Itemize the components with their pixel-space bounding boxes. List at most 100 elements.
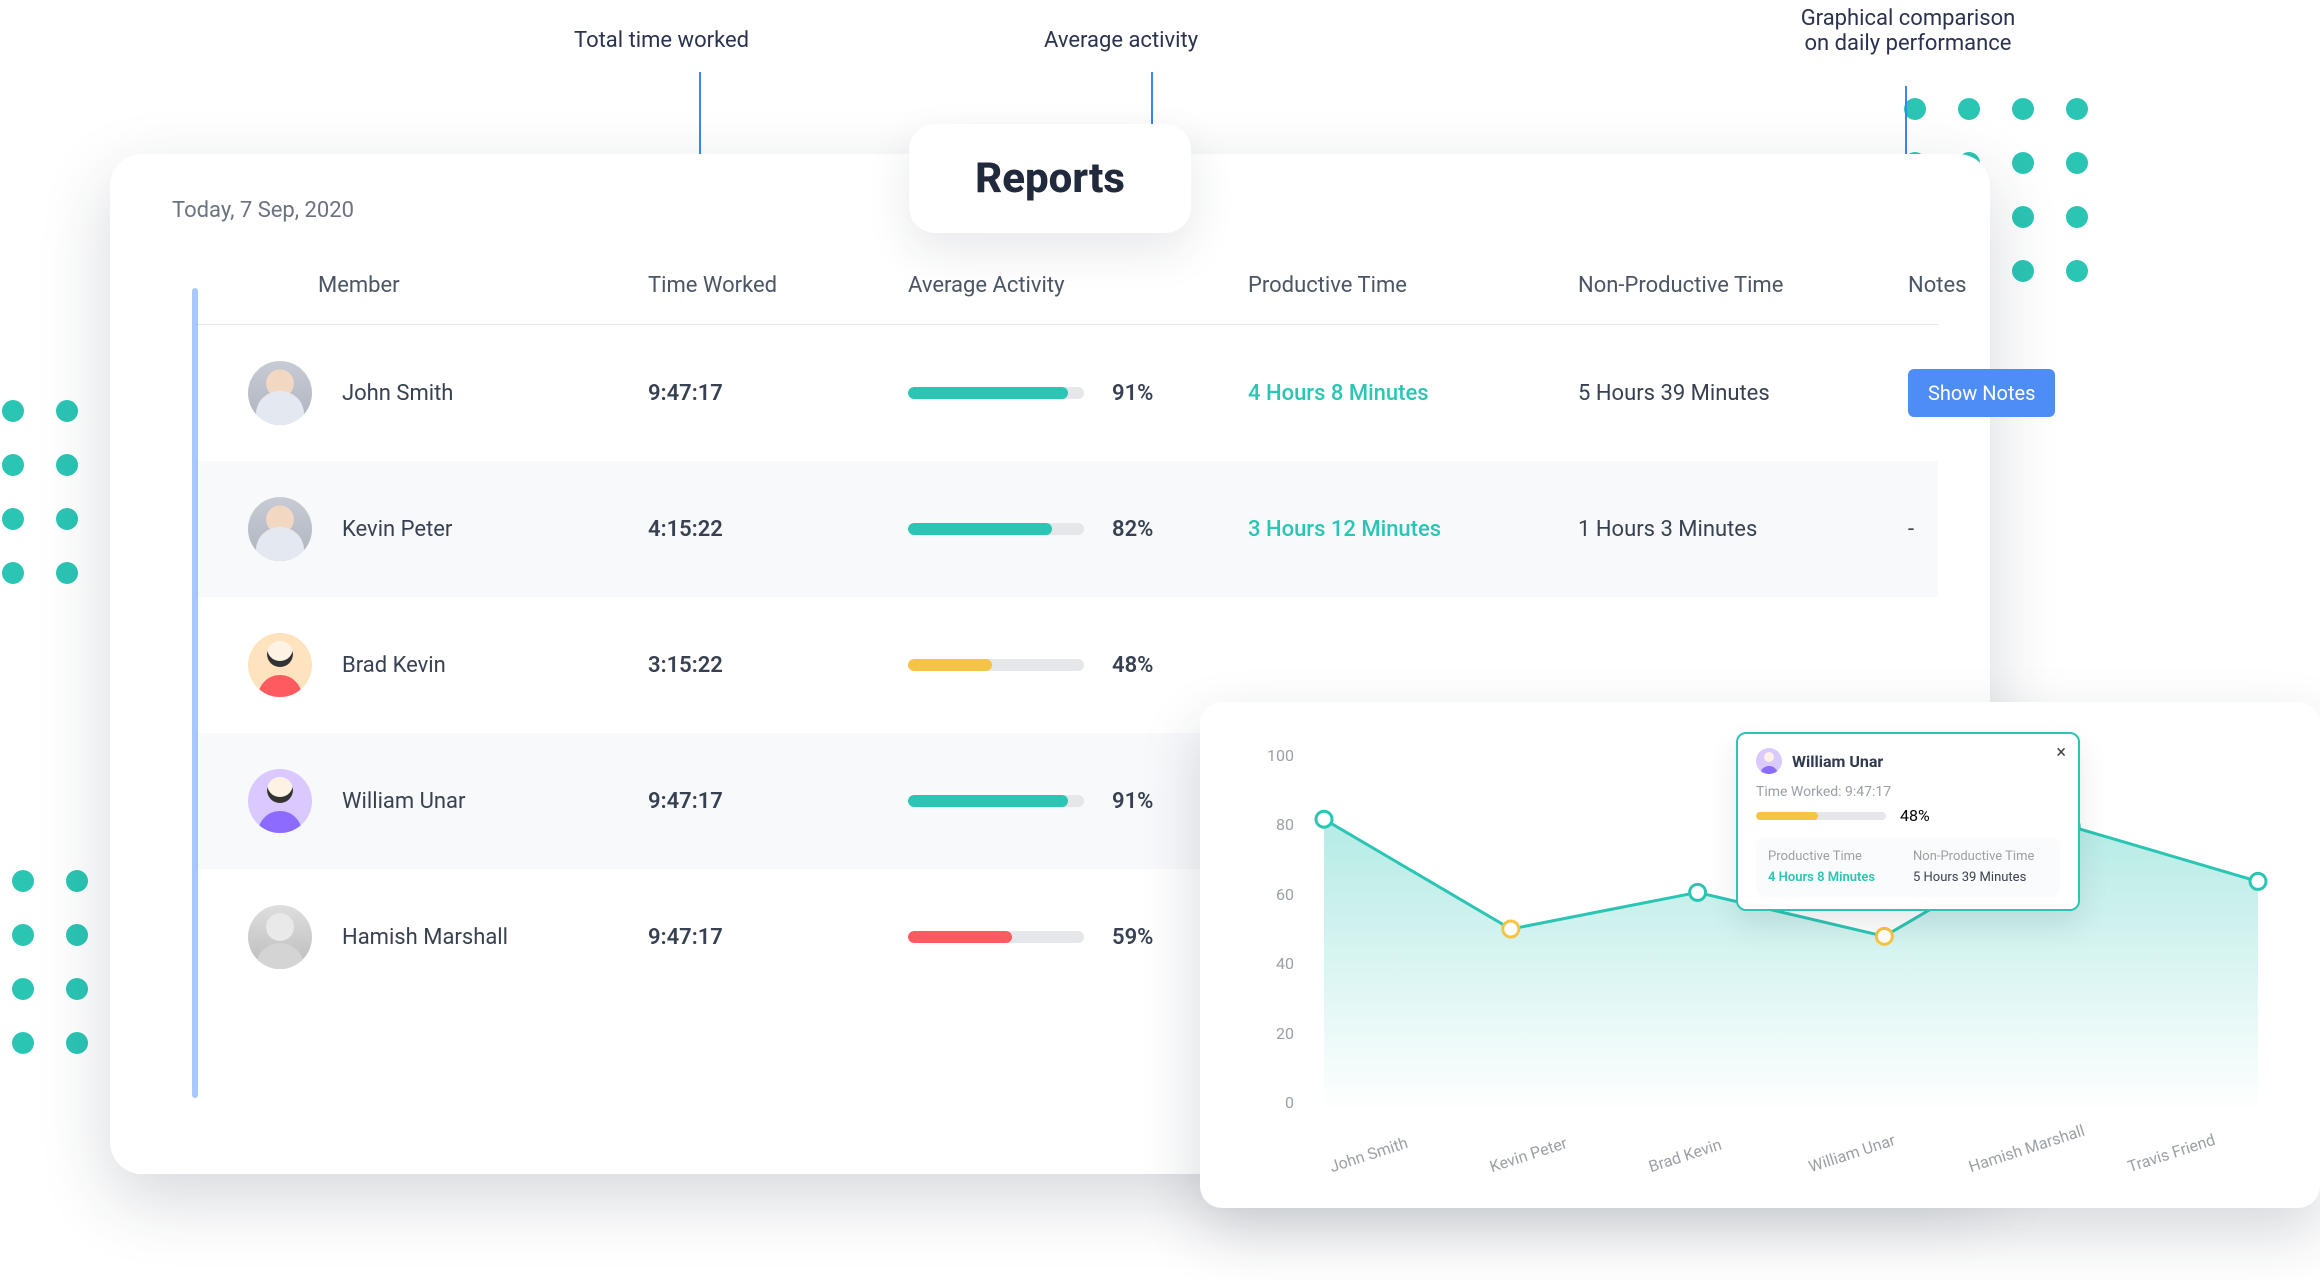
productive-cell: 4 Hours 8 Minutes (1248, 381, 1578, 406)
x-tick: Brad Kevin (1631, 1114, 1789, 1181)
non-productive-cell: 1 Hours 3 Minutes (1578, 517, 1908, 542)
x-tick: Hamish Marshall (1951, 1114, 2109, 1181)
activity-bar-fill (908, 931, 1012, 943)
non-productive-cell: 5 Hours 39 Minutes (1578, 381, 1908, 406)
member-name: William Unar (342, 789, 465, 814)
activity-bar-fill (908, 795, 1068, 807)
activity-bar (908, 931, 1084, 943)
productive-cell: 3 Hours 12 Minutes (1248, 517, 1578, 542)
member-cell: Brad Kevin (248, 633, 648, 697)
avatar (248, 769, 312, 833)
time-worked-cell: 9:47:17 (648, 925, 908, 950)
table-header: Member Time Worked Average Activity Prod… (196, 223, 1938, 325)
y-tick: 0 (1244, 1093, 1294, 1112)
chart-point[interactable] (1503, 921, 1519, 937)
chart-point[interactable] (1690, 884, 1706, 900)
y-tick: 80 (1244, 815, 1294, 834)
col-member: Member (248, 273, 648, 298)
activity-bar-fill (908, 523, 1052, 535)
close-icon[interactable]: × (2056, 742, 2066, 763)
avatar (248, 633, 312, 697)
col-productive: Productive Time (1248, 273, 1578, 298)
tooltip-bar-row: 48% (1756, 806, 2060, 825)
member-cell: William Unar (248, 769, 648, 833)
col-notes: Notes (1908, 273, 2088, 298)
tooltip-name: William Unar (1792, 752, 1883, 771)
col-avg-activity: Average Activity (908, 273, 1248, 298)
y-tick: 20 (1244, 1024, 1294, 1043)
activity-cell: 91% (908, 381, 1248, 406)
table-row[interactable]: Kevin Peter 4:15:22 82% 3 Hours 12 Minutes1… (196, 461, 1938, 597)
tooltip-pct: 48% (1900, 806, 1930, 825)
page-title: Reports (909, 124, 1191, 233)
chart-card: 100 80 60 40 20 0 × William Unar Time Worked:… (1200, 702, 2320, 1208)
tooltip-bar (1756, 812, 1886, 820)
chart-point[interactable] (2250, 873, 2266, 889)
col-time-worked: Time Worked (648, 273, 908, 298)
member-cell: Kevin Peter (248, 497, 648, 561)
annotation-graph-compare-line2: on daily performance (1698, 31, 2118, 56)
activity-bar-fill (908, 387, 1068, 399)
activity-cell: 48% (908, 653, 1248, 678)
y-tick: 60 (1244, 885, 1294, 904)
tooltip-time-worked: Time Worked: 9:47:17 (1756, 784, 2060, 800)
member-name: Brad Kevin (342, 653, 446, 678)
tooltip-bar-fill (1756, 812, 1818, 820)
member-cell: John Smith (248, 361, 648, 425)
col-non-productive: Non-Productive Time (1578, 273, 1908, 298)
annotation-graph-compare: Graphical comparison on daily performanc… (1698, 6, 2118, 56)
activity-bar (908, 387, 1084, 399)
tooltip-prod-v: 4 Hours 8 Minutes (1768, 870, 1903, 885)
chart-point[interactable] (1316, 811, 1332, 827)
annotation-time-worked: Total time worked (574, 28, 749, 53)
time-worked-cell: 9:47:17 (648, 789, 908, 814)
activity-bar-fill (908, 659, 992, 671)
tooltip-prod-h: Productive Time (1768, 849, 1903, 864)
annotation-graph-compare-line1: Graphical comparison (1698, 6, 2118, 31)
member-name: Hamish Marshall (342, 925, 508, 950)
chart-x-ticks: John SmithKevin PeterBrad KevinWilliam U… (1312, 1163, 2270, 1182)
activity-cell: 82% (908, 517, 1248, 542)
notes-cell: Show Notes (1908, 369, 2088, 417)
member-cell: Hamish Marshall (248, 905, 648, 969)
tooltip-columns: Productive Time 4 Hours 8 Minutes Non-Pr… (1756, 837, 2060, 897)
avatar (248, 905, 312, 969)
chart-y-ticks: 100 80 60 40 20 0 (1244, 746, 1294, 1112)
notes-dash: - (1908, 517, 1914, 542)
notes-cell: - (1908, 517, 2088, 542)
chart-point[interactable] (1876, 928, 1892, 944)
chart-area: 100 80 60 40 20 0 × William Unar Time Worked:… (1240, 736, 2280, 1188)
activity-cell: 91% (908, 789, 1248, 814)
show-notes-button[interactable]: Show Notes (1908, 369, 2055, 417)
member-name: John Smith (342, 381, 453, 406)
activity-cell: 59% (908, 925, 1248, 950)
activity-pct: 59% (1112, 925, 1153, 950)
avatar (248, 497, 312, 561)
activity-pct: 82% (1112, 517, 1153, 542)
annotation-avg-activity: Average activity (1044, 28, 1198, 53)
side-rule (192, 288, 198, 1098)
x-tick: William Unar (1791, 1114, 1949, 1181)
table-row[interactable]: John Smith 9:47:17 91% 4 Hours 8 Minutes5 H… (196, 325, 1938, 461)
y-tick: 40 (1244, 954, 1294, 973)
time-worked-cell: 9:47:17 (648, 381, 908, 406)
activity-bar (908, 523, 1084, 535)
activity-bar (908, 795, 1084, 807)
activity-pct: 91% (1112, 381, 1153, 406)
activity-pct: 91% (1112, 789, 1153, 814)
activity-bar (908, 659, 1084, 671)
time-worked-cell: 4:15:22 (648, 517, 908, 542)
x-tick: John Smith (1312, 1114, 1470, 1181)
x-tick: Kevin Peter (1472, 1114, 1630, 1181)
x-tick: Travis Friend (2110, 1114, 2268, 1181)
member-name: Kevin Peter (342, 517, 452, 542)
y-tick: 100 (1244, 746, 1294, 765)
chart-tooltip: × William Unar Time Worked: 9:47:17 48% … (1736, 732, 2080, 911)
time-worked-cell: 3:15:22 (648, 653, 908, 678)
tooltip-nonp-v: 5 Hours 39 Minutes (1913, 870, 2048, 885)
tooltip-header: William Unar (1756, 748, 2060, 774)
avatar (248, 361, 312, 425)
tooltip-nonp-h: Non-Productive Time (1913, 849, 2048, 864)
activity-pct: 48% (1112, 653, 1153, 678)
avatar-icon (1756, 748, 1782, 774)
